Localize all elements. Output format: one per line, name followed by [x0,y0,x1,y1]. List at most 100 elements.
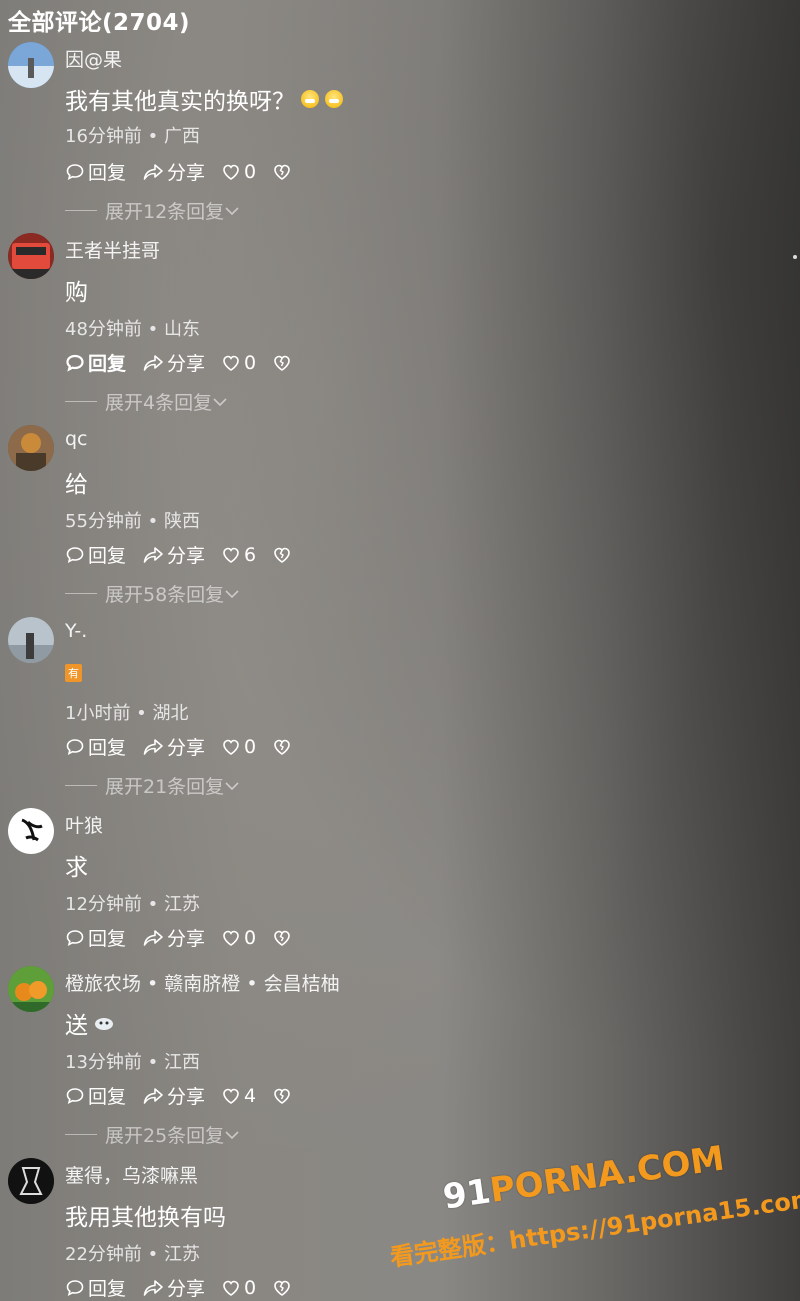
grin-emoji-icon [301,90,319,108]
reply-button[interactable]: 回复 [65,158,126,185]
like-button[interactable]: 0 [221,1277,256,1299]
share-icon [143,738,163,755]
expand-replies[interactable]: 展开12条回复 [65,197,240,224]
grin-emoji-icon [325,90,343,108]
username[interactable]: 塞得，乌漆嘛黑 [65,1161,198,1188]
reply-button[interactable]: 回复 [65,1082,126,1109]
avatar[interactable] [8,425,54,471]
comment-item: 王者半挂哥 购 48分钟前 • 山东 回复 分享 0 展开4条回复 [0,233,800,423]
expand-divider [65,210,97,211]
avatar[interactable] [8,233,54,279]
like-button[interactable]: 0 [221,352,256,374]
share-button[interactable]: 分享 [142,349,205,376]
expand-label: 展开12条回复 [105,201,225,223]
like-count: 0 [244,1276,257,1299]
comment-actions: 回复 分享 6 [65,541,311,568]
expand-replies[interactable]: 展开25条回复 [65,1121,240,1148]
expand-divider [65,401,97,402]
share-button[interactable]: 分享 [142,158,205,185]
comment-text: 购 [65,273,88,307]
dislike-button[interactable] [272,737,295,757]
share-icon [143,163,163,180]
share-label: 分享 [167,928,206,950]
comment-meta: 55分钟前 • 陕西 [65,511,200,532]
share-button[interactable]: 分享 [142,1274,205,1301]
dislike-button[interactable] [272,545,295,565]
like-count: 0 [244,351,257,374]
username[interactable]: 叶狼 [65,811,103,838]
heart-icon [223,355,239,371]
comment-meta: 16分钟前 • 广西 [65,126,200,147]
watermark-prefix: 91 [440,1171,494,1218]
reply-label: 回复 [88,353,127,375]
username[interactable]: 因@果 [65,45,122,72]
avatar[interactable] [8,42,54,88]
reply-label: 回复 [88,545,127,567]
share-icon [143,1087,163,1104]
share-button[interactable]: 分享 [142,733,205,760]
comment-meta: 13分钟前 • 江西 [65,1052,200,1073]
chevron-down-icon [225,1130,239,1139]
share-icon [143,546,163,563]
comment-meta: 48分钟前 • 山东 [65,319,200,340]
reply-icon [66,546,84,563]
share-button[interactable]: 分享 [142,924,205,951]
expand-replies[interactable]: 展开58条回复 [65,580,240,607]
share-icon [143,1279,163,1296]
reply-button[interactable]: 回复 [65,1274,126,1301]
comment-body: 求 [65,855,88,881]
share-label: 分享 [167,162,206,184]
share-label: 分享 [167,1086,206,1108]
reply-button[interactable]: 回复 [65,541,126,568]
like-button[interactable]: 4 [221,1085,256,1107]
expand-divider [65,785,97,786]
reply-icon [66,1279,84,1296]
avatar[interactable] [8,1158,54,1204]
reply-button[interactable]: 回复 [65,349,126,376]
reply-icon [66,929,84,946]
comment-actions: 回复 分享 0 [65,158,311,185]
avatar[interactable] [8,966,54,1012]
reply-label: 回复 [88,928,127,950]
dislike-button[interactable] [272,1278,295,1298]
share-button[interactable]: 分享 [142,1082,205,1109]
reply-button[interactable]: 回复 [65,733,126,760]
chevron-down-icon [225,589,239,598]
comment-item: 橙旅农场 • 赣南脐橙 • 会昌桔柚 送 13分钟前 • 江西 回复 分享 4 … [0,966,800,1156]
username[interactable]: 橙旅农场 • 赣南脐橙 • 会昌桔柚 [65,969,340,996]
username[interactable]: 王者半挂哥 [65,236,160,263]
like-button[interactable]: 0 [221,736,256,758]
reply-label: 回复 [88,1278,127,1300]
avatar[interactable] [8,808,54,854]
dislike-button[interactable] [272,353,295,373]
username[interactable]: qc [65,428,88,450]
like-button[interactable]: 0 [221,161,256,183]
comment-body: 给 [65,472,88,498]
dislike-button[interactable] [272,1086,295,1106]
chevron-down-icon [225,206,239,215]
username[interactable]: Y-. [65,620,87,642]
comment-body: 购 [65,280,88,306]
dislike-button[interactable] [272,928,295,948]
dislike-button[interactable] [272,162,295,182]
reply-button[interactable]: 回复 [65,924,126,951]
expand-replies[interactable]: 展开4条回复 [65,388,228,415]
comment-meta: 22分钟前 • 江苏 [65,1244,200,1265]
like-button[interactable]: 6 [221,544,256,566]
reply-label: 回复 [88,162,127,184]
broken-heart-icon [274,739,290,755]
heart-icon [223,1280,239,1296]
comment-body: 我有其他真实的换呀？ [65,89,295,115]
share-label: 分享 [167,545,206,567]
expand-divider [65,593,97,594]
avatar[interactable] [8,617,54,663]
share-button[interactable]: 分享 [142,541,205,568]
like-button[interactable]: 0 [221,927,256,949]
comment-text: 求 [65,848,88,882]
broken-heart-icon [274,355,290,371]
heart-icon [223,739,239,755]
expand-replies[interactable]: 展开21条回复 [65,772,240,799]
heart-icon [223,547,239,563]
comment-text: 我有其他真实的换呀？ [65,82,343,116]
share-label: 分享 [167,353,206,375]
